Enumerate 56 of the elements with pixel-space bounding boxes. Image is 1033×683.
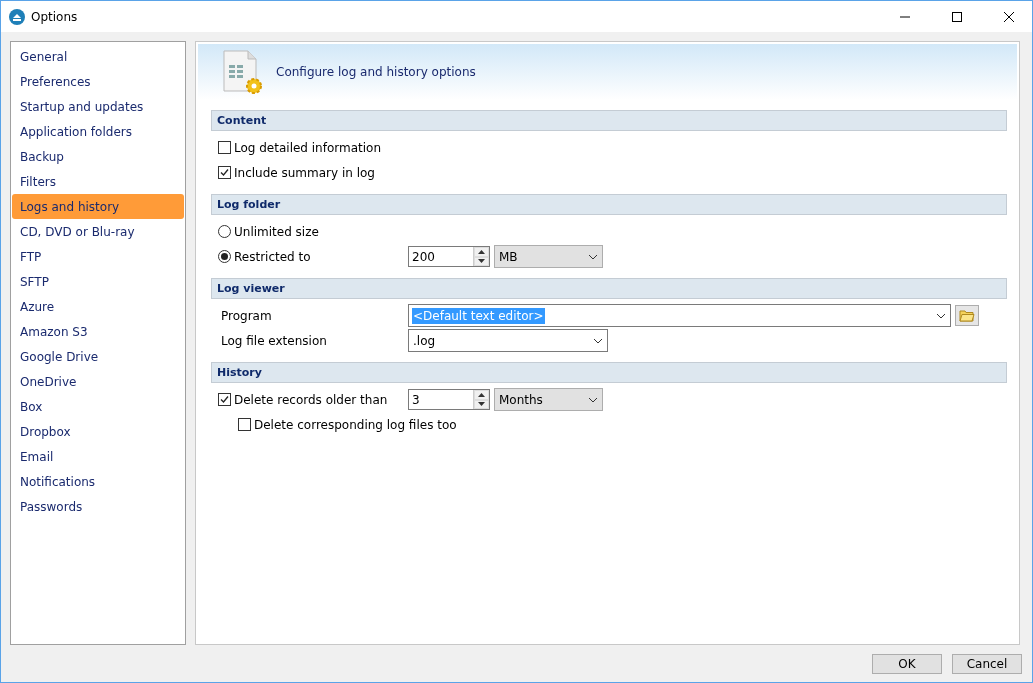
chevron-down-icon xyxy=(588,396,598,403)
section-title: History xyxy=(211,362,1007,383)
sidebar-item[interactable]: Notifications xyxy=(12,469,184,494)
option-label: Restricted to xyxy=(234,249,311,264)
section-title: Log folder xyxy=(211,194,1007,215)
section-title: Content xyxy=(211,110,1007,131)
number-spinner[interactable]: 3 xyxy=(408,389,490,410)
sidebar-item[interactable]: Preferences xyxy=(12,69,184,94)
dialog-button[interactable]: OK xyxy=(872,654,942,674)
sidebar-item[interactable]: Azure xyxy=(12,294,184,319)
checkbox[interactable] xyxy=(238,418,251,431)
folder-icon xyxy=(959,309,975,322)
sidebar-item[interactable]: CD, DVD or Blu-ray xyxy=(12,219,184,244)
sidebar-item[interactable]: Logs and history xyxy=(12,194,184,219)
maximize-icon xyxy=(952,11,962,22)
option-label: Unlimited size xyxy=(234,224,319,239)
section-title: Log viewer xyxy=(211,278,1007,299)
checkbox[interactable] xyxy=(218,166,231,179)
window-title: Options xyxy=(31,9,79,24)
sidebar-item[interactable]: Filters xyxy=(12,169,184,194)
radio-button[interactable] xyxy=(218,250,231,263)
sidebar-item[interactable]: OneDrive xyxy=(12,369,184,394)
option-label: Include summary in log xyxy=(234,165,375,180)
chevron-down-icon xyxy=(593,337,603,344)
sidebar-item[interactable]: Google Drive xyxy=(12,344,184,369)
sidebar-item[interactable]: SFTP xyxy=(12,269,184,294)
sidebar-item[interactable]: Startup and updates xyxy=(12,94,184,119)
sidebar-item[interactable]: General xyxy=(12,44,184,69)
sidebar-item[interactable]: Application folders xyxy=(12,119,184,144)
option-label: Program xyxy=(221,308,272,323)
option-label: Delete corresponding log files too xyxy=(254,417,457,432)
number-spinner[interactable]: 200 xyxy=(408,246,490,267)
option-label: Log file extension xyxy=(221,333,327,348)
chevron-down-icon xyxy=(588,253,598,260)
checkbox[interactable] xyxy=(218,393,231,406)
sidebar-item[interactable]: FTP xyxy=(12,244,184,269)
option-label: Delete records older than xyxy=(234,392,388,407)
browse-button[interactable] xyxy=(955,305,979,326)
sidebar-item[interactable]: Dropbox xyxy=(12,419,184,444)
checkbox[interactable] xyxy=(218,141,231,154)
close-icon xyxy=(1004,11,1014,22)
radio-button[interactable] xyxy=(218,225,231,238)
sidebar-item[interactable]: Box xyxy=(12,394,184,419)
option-label: Log detailed information xyxy=(234,140,382,155)
header-title: Configure log and history options xyxy=(276,65,476,79)
dialog-button[interactable]: Cancel xyxy=(952,654,1022,674)
app-logo-icon xyxy=(9,8,25,25)
dropdown[interactable]: Months xyxy=(494,388,603,411)
dropdown[interactable]: .log xyxy=(408,329,608,352)
sidebar-item[interactable]: Email xyxy=(12,444,184,469)
dropdown[interactable]: MB xyxy=(494,245,603,268)
sidebar-item[interactable]: Backup xyxy=(12,144,184,169)
chevron-down-icon xyxy=(936,312,946,319)
sidebar-item[interactable]: Amazon S3 xyxy=(12,319,184,344)
document-gear-icon xyxy=(220,49,264,95)
sidebar-item[interactable]: Passwords xyxy=(12,494,184,519)
